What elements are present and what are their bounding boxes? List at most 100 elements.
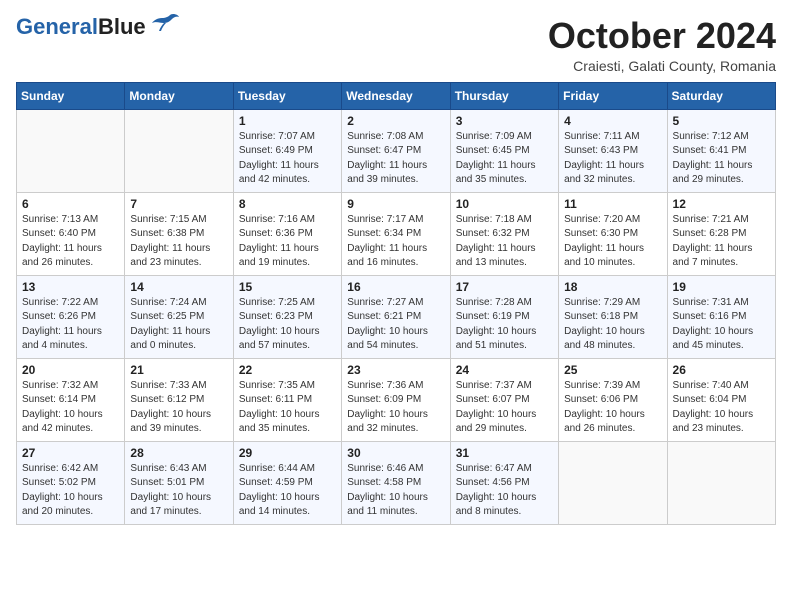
day-info: Sunrise: 7:24 AMSunset: 6:25 PMDaylight:…: [130, 296, 227, 354]
calendar-cell: 26Sunrise: 7:40 AMSunset: 6:04 PMDayligh…: [667, 358, 775, 441]
logo: GeneralBlue: [16, 16, 180, 38]
calendar-header: SundayMondayTuesdayWednesdayThursdayFrid…: [17, 82, 776, 109]
calendar-cell: 23 Sunrise: 7:36 AMSunset: 6:09 PMDayligh…: [342, 358, 450, 441]
day-info: Sunrise: 7:15 AMSunset: 6:38 PMDaylight:…: [130, 213, 227, 271]
calendar-cell: 17 Sunrise: 7:28 AMSunset: 6:19 PMDayligh…: [450, 275, 558, 358]
weekday-thursday: Thursday: [450, 82, 558, 109]
day-number: 2: [347, 114, 444, 128]
month-title: October 2024: [548, 16, 776, 56]
day-info: Sunrise: 7:09 AMSunset: 6:45 PMDaylight:…: [456, 130, 553, 188]
day-info: Sunrise: 7:20 AMSunset: 6:30 PMDaylight:…: [564, 213, 661, 271]
day-info: Sunrise: 6:42 AMSunset: 5:02 PMDaylight:…: [22, 462, 119, 520]
day-info: Sunrise: 7:16 AMSunset: 6:36 PMDaylight:…: [239, 213, 336, 271]
calendar-cell: 9 Sunrise: 7:17 AMSunset: 6:34 PMDaylight…: [342, 192, 450, 275]
day-info: Sunrise: 7:17 AMSunset: 6:34 PMDaylight:…: [347, 213, 444, 271]
day-info: Sunrise: 7:21 AMSunset: 6:28 PMDaylight:…: [673, 213, 770, 271]
calendar-cell: [17, 109, 125, 192]
day-info: Sunrise: 6:47 AMSunset: 4:56 PMDaylight:…: [456, 462, 553, 520]
day-number: 30: [347, 446, 444, 460]
location-subtitle: Craiesti, Galati County, Romania: [548, 58, 776, 74]
day-number: 8: [239, 197, 336, 211]
weekday-wednesday: Wednesday: [342, 82, 450, 109]
day-number: 6: [22, 197, 119, 211]
calendar-cell: [667, 441, 775, 524]
calendar-cell: 25 Sunrise: 7:39 AMSunset: 6:06 PMDayligh…: [559, 358, 667, 441]
calendar-cell: 14Sunrise: 7:24 AMSunset: 6:25 PMDayligh…: [125, 275, 233, 358]
calendar-week-3: 13Sunrise: 7:22 AMSunset: 6:26 PMDayligh…: [17, 275, 776, 358]
day-info: Sunrise: 7:32 AMSunset: 6:14 PMDaylight:…: [22, 379, 119, 437]
day-number: 7: [130, 197, 227, 211]
day-info: Sunrise: 7:35 AMSunset: 6:11 PMDaylight:…: [239, 379, 336, 437]
calendar-cell: 13Sunrise: 7:22 AMSunset: 6:26 PMDayligh…: [17, 275, 125, 358]
calendar-cell: 3 Sunrise: 7:09 AMSunset: 6:45 PMDaylight…: [450, 109, 558, 192]
calendar-week-5: 27Sunrise: 6:42 AMSunset: 5:02 PMDayligh…: [17, 441, 776, 524]
calendar-cell: 6Sunrise: 7:13 AMSunset: 6:40 PMDaylight…: [17, 192, 125, 275]
calendar-cell: 5 Sunrise: 7:12 AMSunset: 6:41 PMDaylight…: [667, 109, 775, 192]
day-number: 22: [239, 363, 336, 377]
calendar-cell: 27Sunrise: 6:42 AMSunset: 5:02 PMDayligh…: [17, 441, 125, 524]
weekday-tuesday: Tuesday: [233, 82, 341, 109]
day-number: 3: [456, 114, 553, 128]
day-number: 25: [564, 363, 661, 377]
calendar-cell: 2 Sunrise: 7:08 AMSunset: 6:47 PMDaylight…: [342, 109, 450, 192]
calendar-week-2: 6Sunrise: 7:13 AMSunset: 6:40 PMDaylight…: [17, 192, 776, 275]
calendar-cell: 15 Sunrise: 7:25 AMSunset: 6:23 PMDayligh…: [233, 275, 341, 358]
logo-bird-icon: [150, 13, 180, 35]
day-number: 16: [347, 280, 444, 294]
calendar-cell: 10 Sunrise: 7:18 AMSunset: 6:32 PMDayligh…: [450, 192, 558, 275]
day-number: 18: [564, 280, 661, 294]
day-number: 9: [347, 197, 444, 211]
day-info: Sunrise: 7:25 AMSunset: 6:23 PMDaylight:…: [239, 296, 336, 354]
day-number: 28: [130, 446, 227, 460]
day-info: Sunrise: 7:22 AMSunset: 6:26 PMDaylight:…: [22, 296, 119, 354]
day-info: Sunrise: 7:36 AMSunset: 6:09 PMDaylight:…: [347, 379, 444, 437]
calendar-cell: 1Sunrise: 7:07 AMSunset: 6:49 PMDaylight…: [233, 109, 341, 192]
day-number: 19: [673, 280, 770, 294]
day-number: 15: [239, 280, 336, 294]
calendar-cell: 7 Sunrise: 7:15 AMSunset: 6:38 PMDaylight…: [125, 192, 233, 275]
day-info: Sunrise: 7:39 AMSunset: 6:06 PMDaylight:…: [564, 379, 661, 437]
calendar-cell: 8 Sunrise: 7:16 AMSunset: 6:36 PMDaylight…: [233, 192, 341, 275]
day-info: Sunrise: 7:18 AMSunset: 6:32 PMDaylight:…: [456, 213, 553, 271]
calendar-week-4: 20Sunrise: 7:32 AMSunset: 6:14 PMDayligh…: [17, 358, 776, 441]
day-number: 5: [673, 114, 770, 128]
calendar-cell: 16Sunrise: 7:27 AMSunset: 6:21 PMDayligh…: [342, 275, 450, 358]
day-info: Sunrise: 6:46 AMSunset: 4:58 PMDaylight:…: [347, 462, 444, 520]
day-info: Sunrise: 7:31 AMSunset: 6:16 PMDaylight:…: [673, 296, 770, 354]
calendar-cell: 4 Sunrise: 7:11 AMSunset: 6:43 PMDaylight…: [559, 109, 667, 192]
day-number: 10: [456, 197, 553, 211]
calendar-cell: 12 Sunrise: 7:21 AMSunset: 6:28 PMDayligh…: [667, 192, 775, 275]
calendar-cell: 18 Sunrise: 7:29 AMSunset: 6:18 PMDayligh…: [559, 275, 667, 358]
day-number: 17: [456, 280, 553, 294]
day-number: 4: [564, 114, 661, 128]
day-info: Sunrise: 7:28 AMSunset: 6:19 PMDaylight:…: [456, 296, 553, 354]
day-info: Sunrise: 7:29 AMSunset: 6:18 PMDaylight:…: [564, 296, 661, 354]
logo-text: GeneralBlue: [16, 16, 146, 38]
day-number: 21: [130, 363, 227, 377]
day-info: Sunrise: 7:33 AMSunset: 6:12 PMDaylight:…: [130, 379, 227, 437]
day-info: Sunrise: 7:07 AMSunset: 6:49 PMDaylight:…: [239, 130, 336, 188]
day-info: Sunrise: 7:08 AMSunset: 6:47 PMDaylight:…: [347, 130, 444, 188]
weekday-saturday: Saturday: [667, 82, 775, 109]
calendar-cell: 22 Sunrise: 7:35 AMSunset: 6:11 PMDayligh…: [233, 358, 341, 441]
day-info: Sunrise: 6:43 AMSunset: 5:01 PMDaylight:…: [130, 462, 227, 520]
day-info: Sunrise: 7:37 AMSunset: 6:07 PMDaylight:…: [456, 379, 553, 437]
day-info: Sunrise: 7:12 AMSunset: 6:41 PMDaylight:…: [673, 130, 770, 188]
calendar-cell: [125, 109, 233, 192]
calendar-cell: 19 Sunrise: 7:31 AMSunset: 6:16 PMDayligh…: [667, 275, 775, 358]
day-info: Sunrise: 7:11 AMSunset: 6:43 PMDaylight:…: [564, 130, 661, 188]
day-number: 31: [456, 446, 553, 460]
day-number: 12: [673, 197, 770, 211]
page-header: GeneralBlue October 2024 Craiesti, Galat…: [16, 16, 776, 74]
calendar-table: SundayMondayTuesdayWednesdayThursdayFrid…: [16, 82, 776, 525]
calendar-cell: 31 Sunrise: 6:47 AMSunset: 4:56 PMDayligh…: [450, 441, 558, 524]
day-info: Sunrise: 6:44 AMSunset: 4:59 PMDaylight:…: [239, 462, 336, 520]
title-block: October 2024 Craiesti, Galati County, Ro…: [548, 16, 776, 74]
day-number: 29: [239, 446, 336, 460]
calendar-cell: 20Sunrise: 7:32 AMSunset: 6:14 PMDayligh…: [17, 358, 125, 441]
weekday-header-row: SundayMondayTuesdayWednesdayThursdayFrid…: [17, 82, 776, 109]
day-info: Sunrise: 7:40 AMSunset: 6:04 PMDaylight:…: [673, 379, 770, 437]
day-number: 11: [564, 197, 661, 211]
day-number: 24: [456, 363, 553, 377]
day-number: 23: [347, 363, 444, 377]
